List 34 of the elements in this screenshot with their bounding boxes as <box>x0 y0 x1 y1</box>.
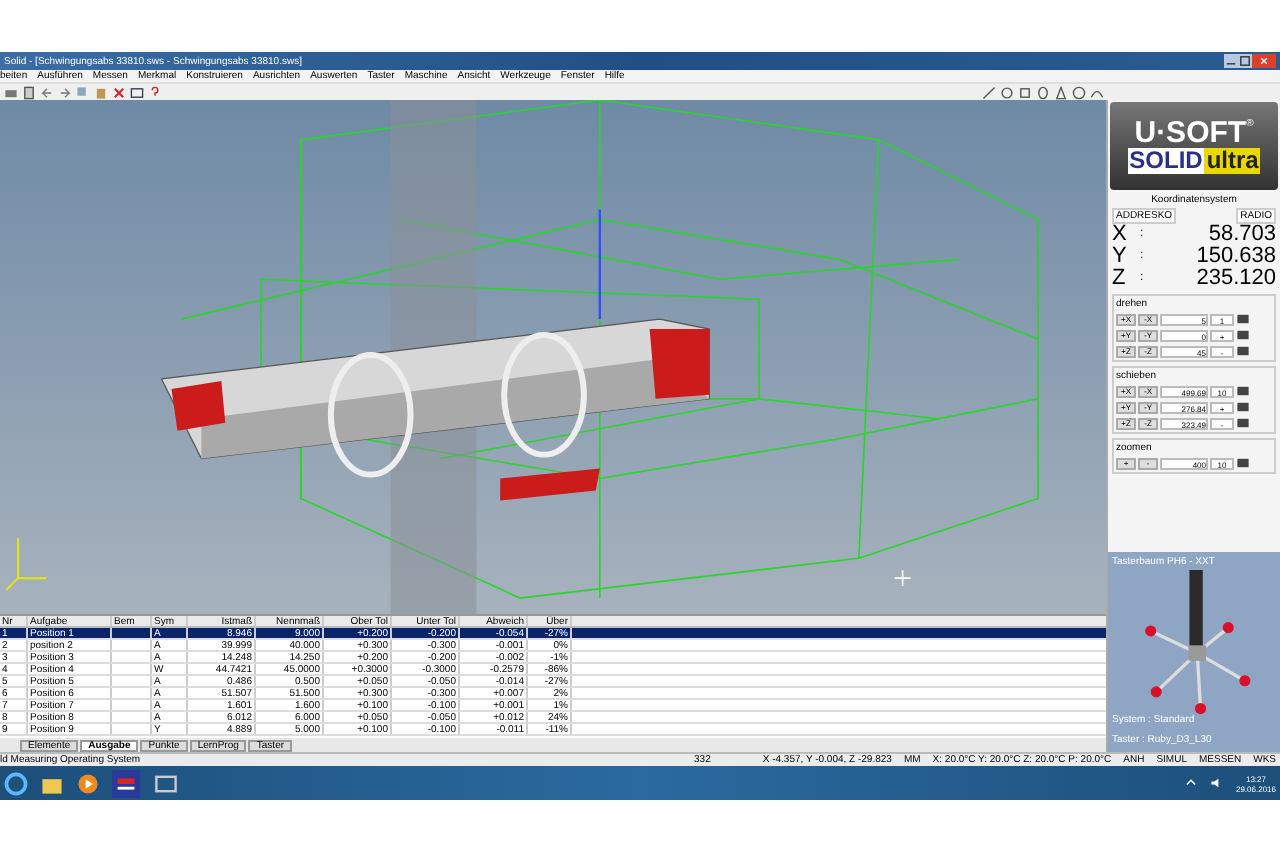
help-icon[interactable] <box>148 85 162 99</box>
app-icon[interactable] <box>112 769 140 797</box>
crosshair-icon <box>893 569 912 587</box>
close-icon[interactable] <box>1252 54 1276 68</box>
tray-icon[interactable] <box>1183 776 1198 790</box>
window-icon[interactable] <box>130 85 144 99</box>
minimize-icon[interactable] <box>1224 54 1238 68</box>
axis-line <box>598 209 601 320</box>
browser-icon[interactable] <box>4 771 28 795</box>
volume-icon[interactable] <box>1209 776 1224 790</box>
logo-text: SOLID <box>1127 148 1205 174</box>
logo-text: U·SOFT <box>1134 118 1247 148</box>
axis-label: Y <box>1112 246 1129 268</box>
logo-text: ultra <box>1204 148 1261 174</box>
forward-arrow-icon[interactable] <box>58 85 72 99</box>
plate-shape <box>500 468 600 501</box>
window-app-icon[interactable] <box>152 771 180 795</box>
axis-value: 58.703 <box>1206 224 1276 246</box>
delete-icon[interactable] <box>112 85 126 99</box>
axis-value: 150.638 <box>1194 246 1276 268</box>
media-player-icon[interactable] <box>76 771 100 795</box>
cone-icon[interactable] <box>1054 85 1068 99</box>
line-icon[interactable] <box>982 85 996 99</box>
coordinate-axes-icon <box>5 537 47 592</box>
axis-label: Z <box>1112 268 1128 290</box>
axis-label: X <box>1112 224 1129 246</box>
back-arrow-icon[interactable] <box>40 85 54 99</box>
maximize-icon[interactable] <box>1238 54 1252 68</box>
curve-icon[interactable] <box>1090 85 1104 99</box>
sphere-icon[interactable] <box>1072 85 1086 99</box>
part-drawing[interactable] <box>160 318 710 478</box>
square-icon[interactable] <box>1018 85 1032 99</box>
circle-icon[interactable] <box>1000 85 1014 99</box>
axis-value: 235.120 <box>1194 268 1276 290</box>
